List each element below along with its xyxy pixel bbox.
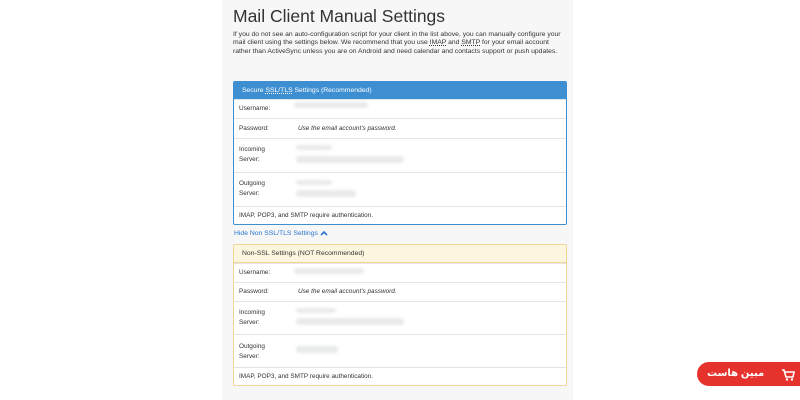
outgoing-label-line1: Outgoing — [239, 343, 265, 350]
redacted-username — [294, 102, 368, 108]
cart-logo-icon — [782, 369, 795, 381]
username-label: Username: — [239, 105, 271, 112]
secure-settings-box: Secure SSL/TLS Settings (Recommended) Us… — [233, 81, 567, 225]
redacted-outgoing-port — [296, 190, 356, 197]
nonssl-incoming-row: Incoming Server: — [234, 301, 566, 334]
hide-non-ssl-label: Hide Non SSL/TLS Settings — [234, 230, 318, 237]
nonssl-username-row: Username: — [234, 263, 566, 282]
ssl-tls-abbr: SSL/TLS — [265, 87, 293, 94]
username-label: Username: — [239, 269, 271, 276]
redacted-incoming-port — [296, 318, 404, 325]
watermark-text: مبین هاست — [707, 368, 765, 379]
nonssl-password-row: Password: Use the email account’s passwo… — [234, 282, 566, 301]
intro-text-and: and — [446, 39, 462, 47]
password-value: Use the email account’s password. — [298, 288, 397, 295]
incoming-label-line1: Incoming — [239, 146, 265, 153]
auth-note: IMAP, POP3, and SMTP require authenticat… — [239, 212, 374, 219]
redacted-outgoing-server — [296, 346, 338, 353]
redacted-outgoing-server — [296, 180, 332, 185]
outgoing-label-line2: Server: — [239, 190, 260, 197]
secure-heading-prefix: Secure — [242, 87, 266, 94]
secure-incoming-row: Incoming Server: — [234, 138, 566, 172]
outgoing-label-line1: Outgoing — [239, 180, 265, 187]
password-value: Use the email account’s password. — [298, 125, 397, 132]
intro-paragraph: If you do not see an auto-configuration … — [233, 31, 567, 56]
redacted-incoming-server — [296, 308, 336, 313]
secure-settings-heading: Secure SSL/TLS Settings (Recommended) — [234, 82, 566, 99]
password-label: Password: — [239, 125, 269, 132]
secure-auth-row: IMAP, POP3, and SMTP require authenticat… — [234, 206, 566, 224]
secure-username-row: Username: — [234, 99, 566, 118]
imap-abbr: IMAP — [429, 39, 447, 47]
non-ssl-settings-heading: Non-SSL Settings (NOT Recommended) — [234, 245, 566, 263]
auth-note: IMAP, POP3, and SMTP require authenticat… — [239, 373, 374, 380]
secure-outgoing-row: Outgoing Server: — [234, 172, 566, 206]
secure-heading-suffix: Settings (Recommended) — [292, 87, 372, 94]
redacted-incoming-server — [296, 145, 332, 150]
smtp-abbr: SMTP — [461, 39, 481, 47]
watermark-logo: مبین هاست — [697, 362, 800, 386]
hide-non-ssl-toggle[interactable]: Hide Non SSL/TLS Settings — [234, 230, 328, 237]
incoming-label-line1: Incoming — [239, 309, 265, 316]
chevron-up-icon — [320, 231, 328, 236]
incoming-label-line2: Server: — [239, 319, 260, 326]
nonssl-outgoing-row: Outgoing Server: — [234, 334, 566, 367]
page-title: Mail Client Manual Settings — [233, 6, 446, 26]
nonssl-auth-row: IMAP, POP3, and SMTP require authenticat… — [234, 367, 566, 385]
redacted-username — [294, 268, 364, 274]
password-label: Password: — [239, 288, 269, 295]
non-ssl-settings-box: Non-SSL Settings (NOT Recommended) Usern… — [233, 244, 567, 386]
secure-password-row: Password: Use the email account’s passwo… — [234, 118, 566, 138]
incoming-label-line2: Server: — [239, 156, 260, 163]
redacted-incoming-port — [296, 156, 404, 163]
outgoing-label-line2: Server: — [239, 353, 260, 360]
